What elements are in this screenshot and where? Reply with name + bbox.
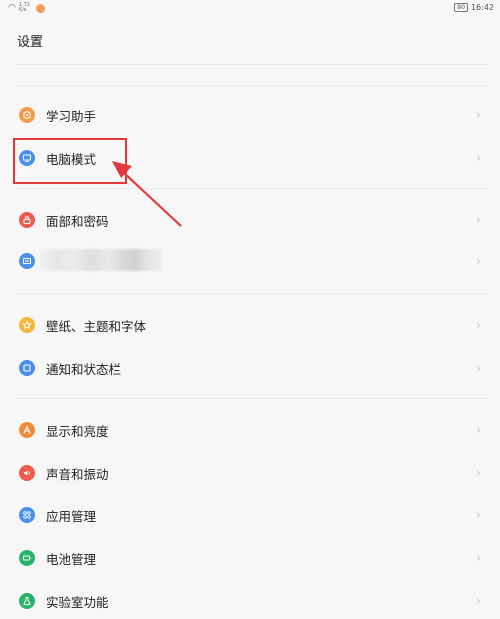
pointer-arrow-icon (112, 161, 182, 227)
